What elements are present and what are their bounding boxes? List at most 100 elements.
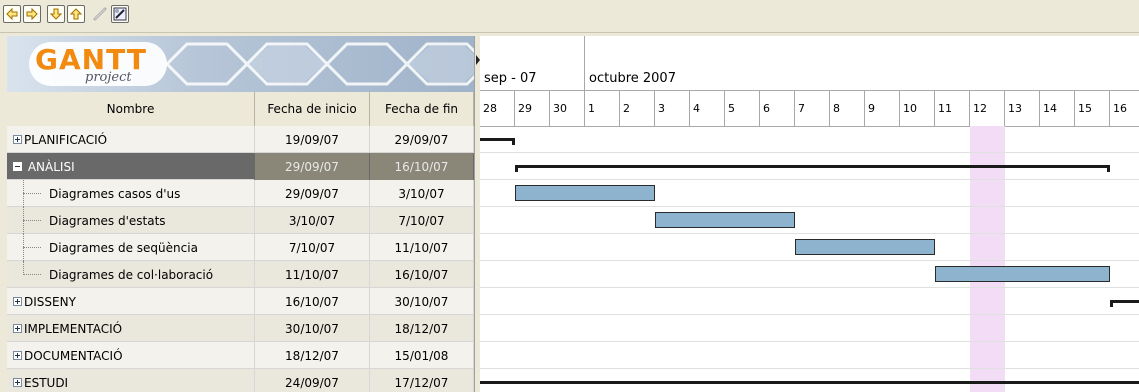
day-label: 29 — [515, 91, 550, 126]
end-date-cell[interactable]: 3/10/07 — [370, 180, 474, 207]
table-row[interactable]: DISSENY 16/10/07 30/10/07 — [7, 288, 474, 315]
task-name-cell[interactable]: ANÀLISI — [7, 153, 255, 180]
task-name-cell[interactable]: Diagrames d'estats — [7, 207, 255, 234]
task-name-cell[interactable]: DOCUMENTACIÓ — [7, 342, 255, 369]
timeline-days: 28 29 30 1 2 3 4 5 6 7 8 9 10 11 12 13 14 15 16 — [480, 91, 1139, 127]
end-date-cell[interactable]: 16/10/07 — [370, 153, 474, 180]
gantt-grid — [480, 126, 1139, 392]
summary-bar[interactable] — [515, 165, 1110, 172]
table-row[interactable]: Diagrames de col·laboració 11/10/07 16/10/… — [7, 261, 474, 288]
day-label: 9 — [865, 91, 900, 126]
logo-subtext: project — [85, 70, 132, 85]
expand-icon[interactable] — [13, 351, 22, 360]
end-date-cell[interactable]: 18/12/07 — [370, 315, 474, 342]
task-bar[interactable] — [935, 266, 1110, 282]
table-header: Nombre Fecha de inicio Fecha de fin — [7, 92, 474, 127]
day-label: 3 — [655, 91, 690, 126]
table-row[interactable]: ESTUDI 24/09/07 17/12/07 — [7, 369, 474, 392]
gantt-row — [480, 207, 1139, 234]
tree-connector — [19, 207, 49, 234]
summary-bar[interactable] — [480, 138, 515, 145]
day-label: 8 — [830, 91, 865, 126]
table-row[interactable]: Diagrames de seqüència 7/10/07 11/10/07 — [7, 234, 474, 261]
day-label: 13 — [1005, 91, 1040, 126]
link-icon[interactable] — [111, 5, 129, 23]
summary-bar[interactable] — [480, 381, 1139, 384]
table-row[interactable]: Diagrames d'estats 3/10/07 7/10/07 — [7, 207, 474, 234]
task-name-cell[interactable]: IMPLEMENTACIÓ — [7, 315, 255, 342]
day-label: 14 — [1040, 91, 1075, 126]
end-date-cell[interactable]: 17/12/07 — [370, 369, 474, 392]
day-label: 5 — [725, 91, 760, 126]
task-name: PLANIFICACIÓ — [24, 132, 108, 147]
expand-icon[interactable] — [13, 135, 22, 144]
task-name: Diagrames casos d'us — [49, 186, 181, 201]
gantt-chart-panel: sep - 07 octubre 2007 28 29 30 1 2 3 4 5 6 7 8 9 10 1… — [480, 36, 1139, 392]
expand-icon[interactable] — [13, 297, 22, 306]
start-date-cell[interactable]: 11/10/07 — [255, 261, 370, 288]
column-header-end[interactable]: Fecha de fin — [370, 92, 474, 126]
gantt-row — [480, 315, 1139, 342]
column-header-start[interactable]: Fecha de inicio — [255, 92, 370, 126]
gantt-row — [480, 342, 1139, 369]
arrow-down-icon[interactable] — [47, 5, 65, 23]
expand-icon[interactable] — [13, 324, 22, 333]
task-name: ESTUDI — [24, 375, 69, 390]
gantt-row — [480, 126, 1139, 153]
task-name-cell[interactable]: PLANIFICACIÓ — [7, 126, 255, 153]
summary-bar[interactable] — [1110, 300, 1139, 307]
start-date-cell[interactable]: 19/09/07 — [255, 126, 370, 153]
unlink-icon[interactable] — [91, 5, 109, 23]
day-label: 1 — [585, 91, 620, 126]
start-date-cell[interactable]: 30/10/07 — [255, 315, 370, 342]
end-date-cell[interactable]: 11/10/07 — [370, 234, 474, 261]
task-bar[interactable] — [795, 239, 935, 255]
collapse-icon[interactable] — [13, 162, 22, 171]
tree-connector — [19, 180, 49, 207]
task-name: Diagrames d'estats — [49, 213, 166, 228]
month-label: sep - 07 — [480, 36, 585, 90]
start-date-cell[interactable]: 29/09/07 — [255, 180, 370, 207]
task-name-cell[interactable]: ESTUDI — [7, 369, 255, 392]
table-row[interactable]: IMPLEMENTACIÓ 30/10/07 18/12/07 — [7, 315, 474, 342]
ganttproject-logo: GANTT project — [7, 36, 474, 92]
day-label: 28 — [480, 91, 515, 126]
task-name-cell[interactable]: Diagrames de col·laboració — [7, 261, 255, 288]
task-bar[interactable] — [655, 212, 795, 228]
task-name: DISSENY — [24, 294, 76, 309]
task-name-cell[interactable]: DISSENY — [7, 288, 255, 315]
end-date-cell[interactable]: 30/10/07 — [370, 288, 474, 315]
start-date-cell[interactable]: 29/09/07 — [255, 153, 370, 180]
start-date-cell[interactable]: 3/10/07 — [255, 207, 370, 234]
task-bar[interactable] — [515, 185, 655, 201]
table-row[interactable]: DOCUMENTACIÓ 18/12/07 15/01/08 — [7, 342, 474, 369]
task-name: Diagrames de col·laboració — [49, 267, 214, 282]
end-date-cell[interactable]: 16/10/07 — [370, 261, 474, 288]
day-label: 4 — [690, 91, 725, 126]
table-row[interactable]: Diagrames casos d'us 29/09/07 3/10/07 — [7, 180, 474, 207]
toolbar — [0, 0, 1139, 33]
start-date-cell[interactable]: 24/09/07 — [255, 369, 370, 392]
arrow-right-icon[interactable] — [23, 5, 41, 23]
end-date-cell[interactable]: 15/01/08 — [370, 342, 474, 369]
expand-icon[interactable] — [13, 378, 22, 387]
start-date-cell[interactable]: 16/10/07 — [255, 288, 370, 315]
arrow-up-icon[interactable] — [67, 5, 85, 23]
end-date-cell[interactable]: 7/10/07 — [370, 207, 474, 234]
timeline-months: sep - 07 octubre 2007 — [480, 36, 1139, 91]
table-row[interactable]: ANÀLISI 29/09/07 16/10/07 — [7, 153, 474, 180]
day-label: 16 — [1110, 91, 1139, 126]
task-name: IMPLEMENTACIÓ — [24, 321, 123, 336]
column-header-name[interactable]: Nombre — [7, 92, 255, 126]
end-date-cell[interactable]: 29/09/07 — [370, 126, 474, 153]
arrow-left-icon[interactable] — [3, 5, 21, 23]
task-name-cell[interactable]: Diagrames de seqüència — [7, 234, 255, 261]
task-name-cell[interactable]: Diagrames casos d'us — [7, 180, 255, 207]
tree-connector — [19, 261, 49, 288]
task-name: DOCUMENTACIÓ — [24, 348, 123, 363]
start-date-cell[interactable]: 7/10/07 — [255, 234, 370, 261]
month-label: octubre 2007 — [589, 71, 676, 86]
day-label: 12 — [970, 91, 1005, 126]
table-row[interactable]: PLANIFICACIÓ 19/09/07 29/09/07 — [7, 126, 474, 153]
start-date-cell[interactable]: 18/12/07 — [255, 342, 370, 369]
